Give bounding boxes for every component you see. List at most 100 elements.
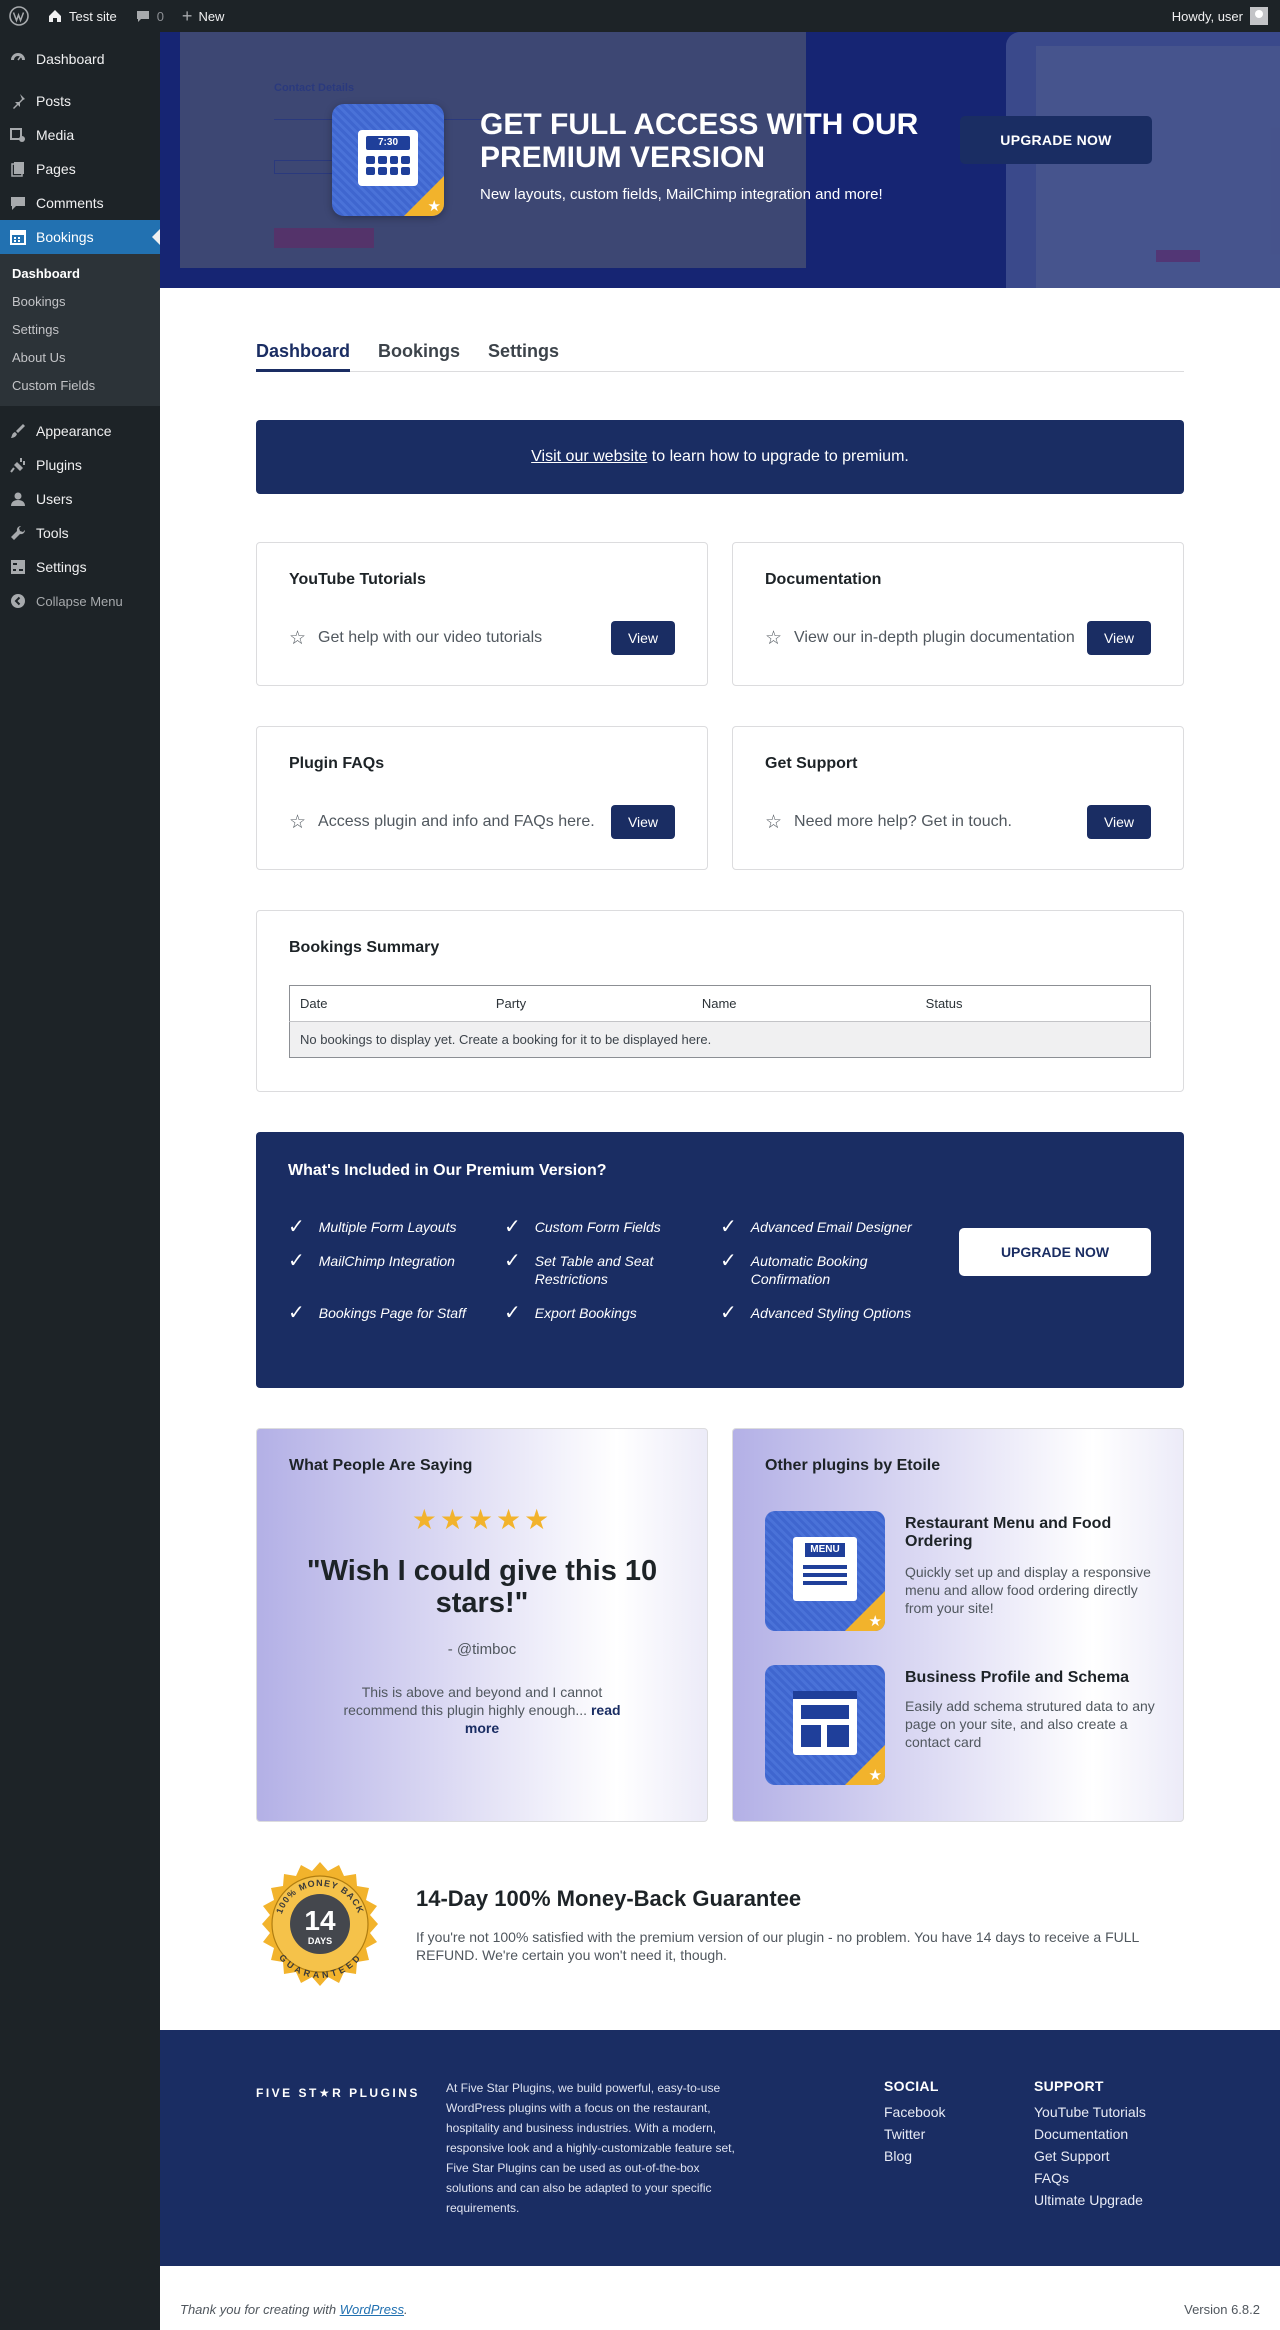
collapse-menu-button[interactable]: Collapse Menu: [0, 584, 160, 618]
brush-icon: [8, 421, 28, 441]
guarantee-text: If you're not 100% satisfied with the pr…: [416, 1929, 1139, 1963]
menu-plugin-icon: MENU ★: [765, 1511, 885, 1631]
five-star-plugins-logo: FIVE ST★R PLUGINS: [256, 2086, 420, 2100]
documentation-view-button[interactable]: View: [1087, 621, 1151, 655]
sidebar-item-dashboard[interactable]: Dashboard: [0, 42, 160, 76]
submenu-item-settings[interactable]: Settings: [0, 316, 160, 344]
sidebar-item-label: Bookings: [36, 229, 94, 245]
sidebar-item-label: Comments: [36, 195, 104, 211]
card-title: Bookings Summary: [289, 939, 440, 956]
guarantee-title: 14-Day 100% Money-Back Guarantee: [416, 1886, 802, 1911]
sidebar-item-pages[interactable]: Pages: [0, 152, 160, 186]
upgrade-notice-text: to learn how to upgrade to premium.: [647, 448, 909, 465]
footer-link-blog[interactable]: Blog: [884, 2148, 945, 2164]
feature-item: ✓ Bookings Page for Staff: [288, 1302, 466, 1324]
star-outline-icon: ☆: [765, 627, 783, 649]
card-title: What People Are Saying: [289, 1457, 473, 1474]
support-view-button[interactable]: View: [1087, 805, 1151, 839]
plug-icon: [8, 455, 28, 475]
tab-dashboard[interactable]: Dashboard: [256, 338, 351, 372]
plugin-item-restaurant-menu[interactable]: MENU ★ Restaurant Menu and Food Ordering…: [765, 1511, 1165, 1631]
upgrade-notice: Visit our website to learn how to upgrad…: [256, 420, 1184, 494]
collapse-label: Collapse Menu: [36, 593, 123, 609]
seal-number: 14: [304, 1905, 336, 1936]
checkmark-icon: ✓: [288, 1302, 305, 1324]
wordpress-link[interactable]: WordPress: [340, 2302, 404, 2317]
wordpress-logo-icon[interactable]: [0, 0, 38, 32]
faqs-view-button[interactable]: View: [611, 805, 675, 839]
banner-title: GET FULL ACCESS WITH OUR PREMIUM VERSION: [480, 108, 919, 174]
empty-message: No bookings to display yet. Create a boo…: [289, 1021, 1151, 1058]
column-header: Party: [485, 985, 692, 1022]
feature-item: ✓ Multiple Form Layouts: [288, 1216, 457, 1238]
plugin-description: Quickly set up and display a responsive …: [905, 1564, 1151, 1616]
sidebar-item-label: Pages: [36, 161, 76, 177]
footer-link-twitter[interactable]: Twitter: [884, 2126, 945, 2142]
card-text: View our in-depth plugin documentation: [794, 629, 1075, 646]
sidebar-item-label: Dashboard: [36, 51, 105, 67]
star-icon: ★: [868, 1767, 882, 1784]
plugin-name: Restaurant Menu and Food Ordering: [905, 1515, 1112, 1550]
footer-link-youtube-tutorials[interactable]: YouTube Tutorials: [1034, 2104, 1146, 2120]
checkmark-icon: ✓: [720, 1216, 737, 1238]
home-icon: [47, 8, 63, 24]
footer-link-faqs[interactable]: FAQs: [1034, 2170, 1146, 2186]
comments-link[interactable]: 0: [126, 0, 173, 32]
sidebar-item-media[interactable]: Media: [0, 118, 160, 152]
footer-link-documentation[interactable]: Documentation: [1034, 2126, 1146, 2142]
footer-social-column: SOCIAL Facebook Twitter Blog: [884, 2078, 945, 2170]
checkmark-icon: ✓: [504, 1302, 521, 1324]
footer-link-facebook[interactable]: Facebook: [884, 2104, 945, 2120]
sidebar-item-appearance[interactable]: Appearance: [0, 414, 160, 448]
pages-icon: [8, 159, 28, 179]
upgrade-now-button[interactable]: UPGRADE NOW: [960, 116, 1152, 164]
submenu-item-custom-fields[interactable]: Custom Fields: [0, 372, 160, 400]
footer-heading: SUPPORT: [1034, 2078, 1104, 2094]
site-name-link[interactable]: Test site: [38, 0, 126, 32]
sidebar-item-comments[interactable]: Comments: [0, 186, 160, 220]
sidebar-item-users[interactable]: Users: [0, 482, 160, 516]
get-support-card: Get Support ☆ Need more help? Get in touc…: [732, 726, 1184, 870]
footer-link-ultimate-upgrade[interactable]: Ultimate Upgrade: [1034, 2192, 1146, 2208]
admin-sidebar: Dashboard Posts Media Pages Comments Boo…: [0, 32, 160, 2330]
documentation-card: Documentation ☆ View our in-depth plugin …: [732, 542, 1184, 686]
premium-banner: Contact Details 7:30 ★ GET FULL ACCESS W…: [160, 32, 1280, 288]
sidebar-item-bookings[interactable]: Bookings: [0, 220, 160, 254]
seal-days: DAYS: [308, 1936, 332, 1946]
sidebar-item-label: Posts: [36, 93, 72, 109]
star-icon: ★: [427, 198, 441, 215]
banner-subtitle: New layouts, custom fields, MailChimp in…: [480, 186, 883, 203]
star-outline-icon: ☆: [289, 811, 307, 833]
submenu-item-dashboard[interactable]: Dashboard: [0, 260, 160, 288]
media-icon: [8, 125, 28, 145]
new-content-link[interactable]: + New: [173, 0, 234, 32]
column-header: Status: [915, 985, 1151, 1022]
plus-icon: +: [181, 5, 193, 26]
sidebar-item-settings[interactable]: Settings: [0, 550, 160, 584]
submenu-item-bookings[interactable]: Bookings: [0, 288, 160, 316]
account-menu[interactable]: Howdy, user: [1172, 7, 1280, 25]
footer-support-column: SUPPORT YouTube Tutorials Documentation …: [1034, 2078, 1146, 2214]
feature-item: ✓ Automatic Booking Confirmation: [720, 1250, 868, 1287]
clock-time: 7:30: [366, 136, 410, 150]
footer-link-get-support[interactable]: Get Support: [1034, 2148, 1146, 2164]
bookings-summary-card: Bookings Summary Date Party Name Status …: [256, 910, 1184, 1092]
visit-website-link[interactable]: Visit our website: [531, 448, 647, 466]
plugin-item-business-profile[interactable]: ★ Business Profile and Schema Easily add…: [765, 1665, 1165, 1785]
tab-settings[interactable]: Settings: [488, 338, 559, 372]
wrench-icon: [8, 523, 28, 543]
submenu-item-about-us[interactable]: About Us: [0, 344, 160, 372]
avatar: [1250, 7, 1268, 25]
footer-about-text: At Five Star Plugins, we build powerful,…: [446, 2081, 735, 2215]
testimonial-quote: "Wish I could give this 10 stars!": [306, 1555, 658, 1619]
premium-features-panel: What's Included in Our Premium Version? …: [256, 1132, 1184, 1388]
card-title: Get Support: [765, 755, 858, 772]
sidebar-item-label: Appearance: [36, 423, 112, 439]
upgrade-now-button-2[interactable]: UPGRADE NOW: [959, 1228, 1151, 1276]
sidebar-item-tools[interactable]: Tools: [0, 516, 160, 550]
tab-bookings[interactable]: Bookings: [378, 338, 460, 372]
card-title: Plugin FAQs: [289, 755, 385, 772]
sidebar-item-plugins[interactable]: Plugins: [0, 448, 160, 482]
youtube-view-button[interactable]: View: [611, 621, 675, 655]
sidebar-item-posts[interactable]: Posts: [0, 84, 160, 118]
